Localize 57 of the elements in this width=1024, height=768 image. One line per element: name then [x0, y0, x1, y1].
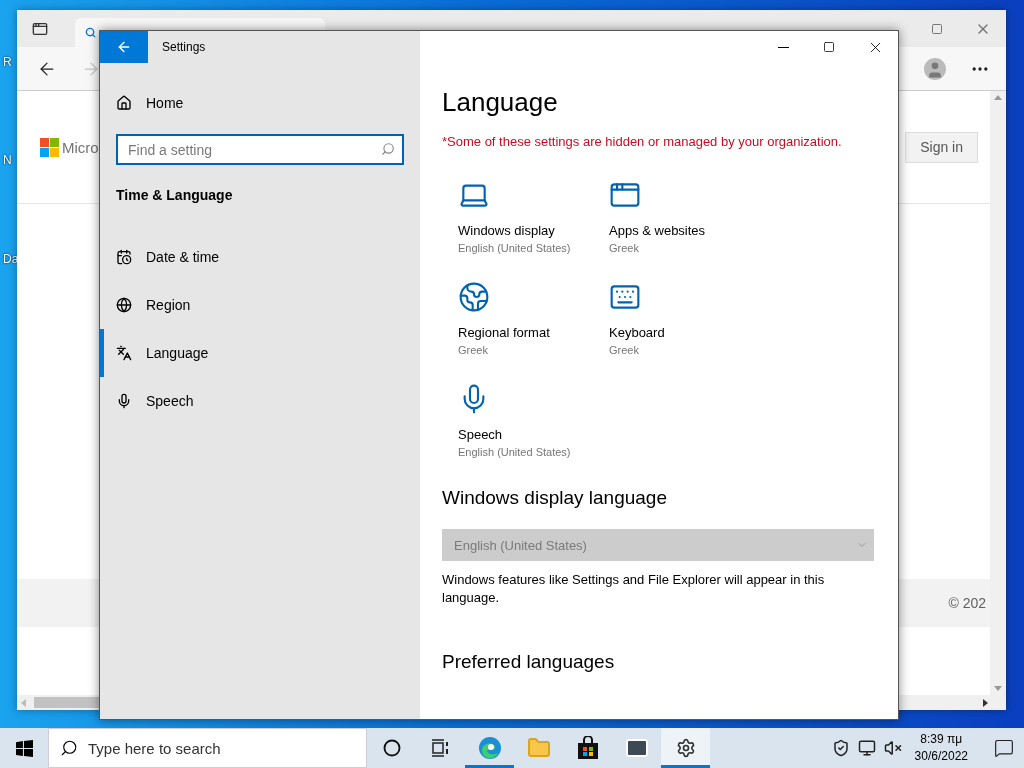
search-icon — [60, 739, 78, 757]
tile-value: Greek — [609, 344, 640, 356]
description-text: Windows features like Settings and File Explorer will appear in this language. — [442, 571, 826, 607]
tile-value: Greek — [609, 242, 640, 254]
home-link[interactable]: Home — [100, 83, 420, 123]
tile-title[interactable]: Apps & websites — [609, 223, 760, 238]
language-icon — [116, 345, 132, 361]
tile-value: Greek — [458, 344, 489, 356]
nav-item[interactable]: Speech — [100, 377, 420, 425]
tile-value: English (United States) — [458, 446, 572, 458]
tile-title[interactable]: Windows display — [458, 223, 609, 238]
task-view-icon[interactable] — [430, 739, 451, 757]
maximize-icon — [931, 22, 943, 35]
tile-value: English (United States) — [458, 242, 572, 254]
search-icon — [85, 27, 96, 38]
home-icon — [116, 95, 132, 111]
sign-in-button[interactable]: Sign in — [905, 131, 978, 163]
tile-title[interactable]: Regional format — [458, 325, 609, 340]
tab-actions-icon[interactable] — [32, 20, 48, 37]
microsoft-logo-icon — [40, 137, 59, 157]
cortana-icon[interactable] — [382, 739, 401, 757]
minimize-icon — [777, 46, 789, 48]
section-title: Time & Language — [116, 187, 234, 203]
clock-time: 8:39 πμ — [920, 731, 963, 748]
policy-notice: *Some of these settings are hidden or managed by your organization. — [442, 134, 843, 149]
clock-date: 30/6/2022 — [914, 748, 968, 765]
nav-item[interactable]: Region — [100, 281, 420, 329]
search-field[interactable]: Find a setting — [116, 134, 404, 165]
tile-title[interactable]: Keyboard — [609, 325, 760, 340]
edge-icon[interactable] — [477, 736, 502, 760]
section-heading: Windows display language — [442, 487, 668, 509]
nav-item[interactable]: Date & time — [100, 233, 420, 281]
shield-icon[interactable] — [831, 739, 850, 757]
back-button[interactable] — [100, 31, 148, 63]
globe-icon — [116, 297, 132, 313]
network-icon[interactable] — [857, 739, 876, 757]
muted-volume-icon[interactable] — [883, 739, 902, 757]
calendar-clock-icon — [116, 249, 132, 265]
microphone-icon — [116, 393, 132, 409]
section-heading: Preferred languages — [442, 651, 616, 673]
tile-title[interactable]: Speech — [458, 427, 609, 442]
clock[interactable]: 8:39 πμ 30/6/2022 — [914, 731, 968, 765]
settings-icon[interactable] — [675, 738, 696, 758]
window-title: Settings — [162, 40, 206, 54]
notifications-icon[interactable] — [994, 738, 1014, 758]
search-icon — [381, 142, 395, 156]
logo-text: Micro — [62, 138, 99, 156]
copyright-text: © 202 — [948, 595, 986, 611]
profile-avatar[interactable] — [924, 57, 946, 80]
taskbar-search-field[interactable]: Type here to search — [48, 728, 367, 768]
store-icon[interactable] — [576, 736, 599, 760]
globe-icon — [458, 281, 490, 313]
windows-logo-icon — [15, 739, 33, 757]
maximize-icon — [823, 41, 835, 53]
scroll-right-icon[interactable] — [983, 698, 988, 707]
page-heading: Language — [442, 87, 559, 118]
taskbar-app[interactable] — [661, 728, 710, 768]
